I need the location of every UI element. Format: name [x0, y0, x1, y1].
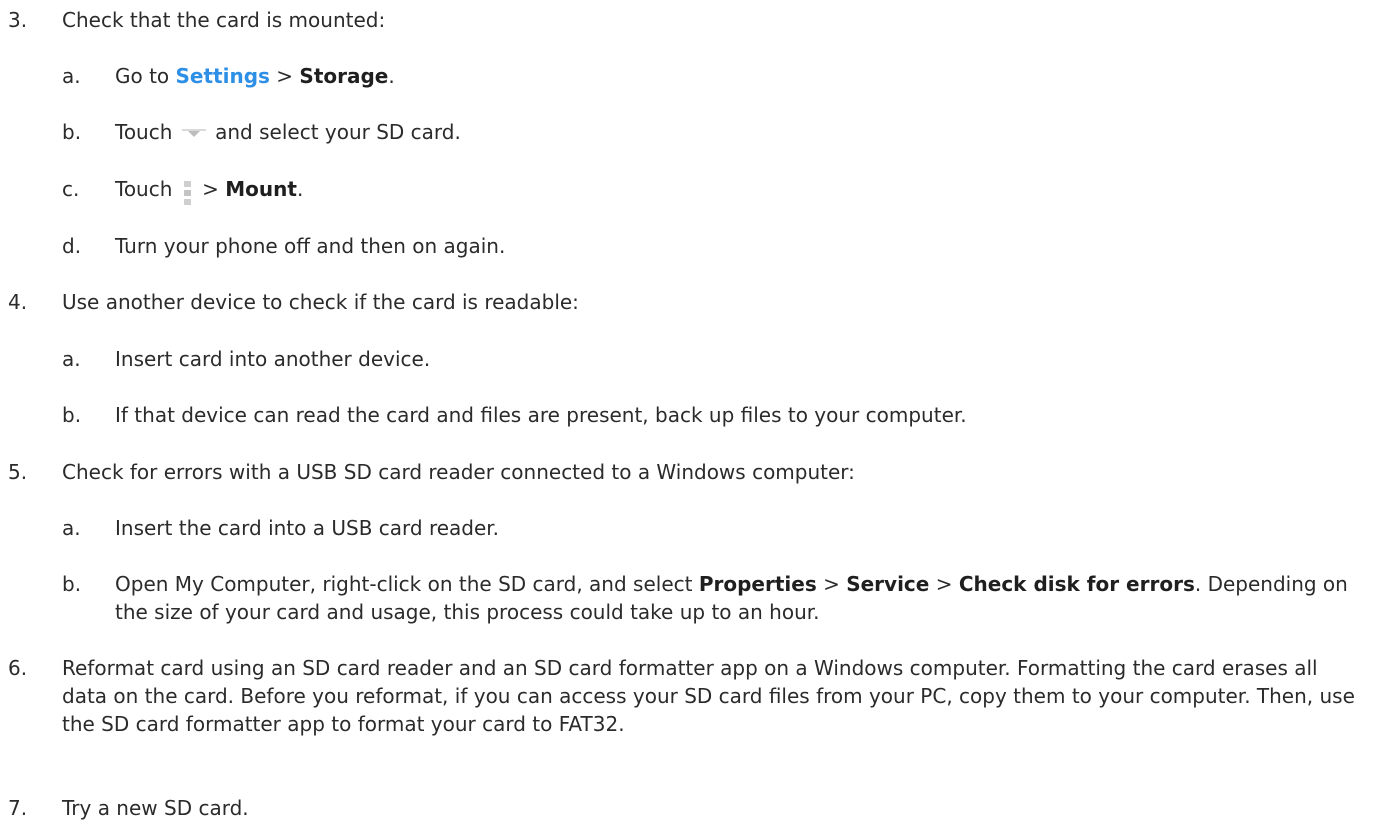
substep-letter: a. — [62, 64, 81, 88]
substep-letter: a. — [62, 516, 81, 540]
check-disk-label: Check disk for errors — [958, 572, 1195, 596]
substep-text: Touch and select your SD card. — [115, 120, 461, 144]
step-text: Check for errors with a USB SD card read… — [62, 460, 855, 484]
service-label: Service — [846, 572, 930, 596]
step-number: 7. — [8, 796, 28, 820]
substep-text: Go to Settings > Storage. — [115, 64, 395, 88]
step-number: 3. — [8, 8, 28, 32]
properties-label: Properties — [698, 572, 817, 596]
substep-letter: a. — [62, 347, 81, 371]
storage-label: Storage — [299, 64, 389, 88]
dropdown-arrow-icon — [181, 128, 206, 137]
mount-label: Mount — [225, 177, 297, 201]
step-number: 4. — [8, 290, 28, 314]
substep-text: Turn your phone off and then on again. — [115, 234, 506, 258]
step-text: Use another device to check if the card … — [62, 290, 579, 314]
substep-text: Touch > Mount. — [115, 175, 303, 205]
step-6-text: Reformat card using an SD card reader an… — [62, 656, 1355, 736]
substep-text: Insert the card into a USB card reader. — [115, 516, 500, 540]
substep-letter: b. — [62, 403, 82, 427]
step-number: 6. — [8, 656, 28, 680]
substep-text: Insert card into another device. — [115, 347, 431, 371]
step-number: 5. — [8, 460, 28, 484]
substep-5b-text: Open My Computer, right-click on the SD … — [115, 572, 1348, 624]
settings-link[interactable]: Settings — [176, 64, 270, 88]
overflow-menu-icon — [183, 180, 191, 205]
step-text: Try a new SD card. — [62, 796, 249, 820]
substep-text: If that device can read the card and fil… — [115, 403, 967, 427]
substep-letter: c. — [62, 177, 80, 201]
step-text: Check that the card is mounted: — [62, 8, 386, 32]
substep-letter: b. — [62, 120, 82, 144]
substep-letter: b. — [62, 572, 82, 596]
substep-letter: d. — [62, 234, 82, 258]
